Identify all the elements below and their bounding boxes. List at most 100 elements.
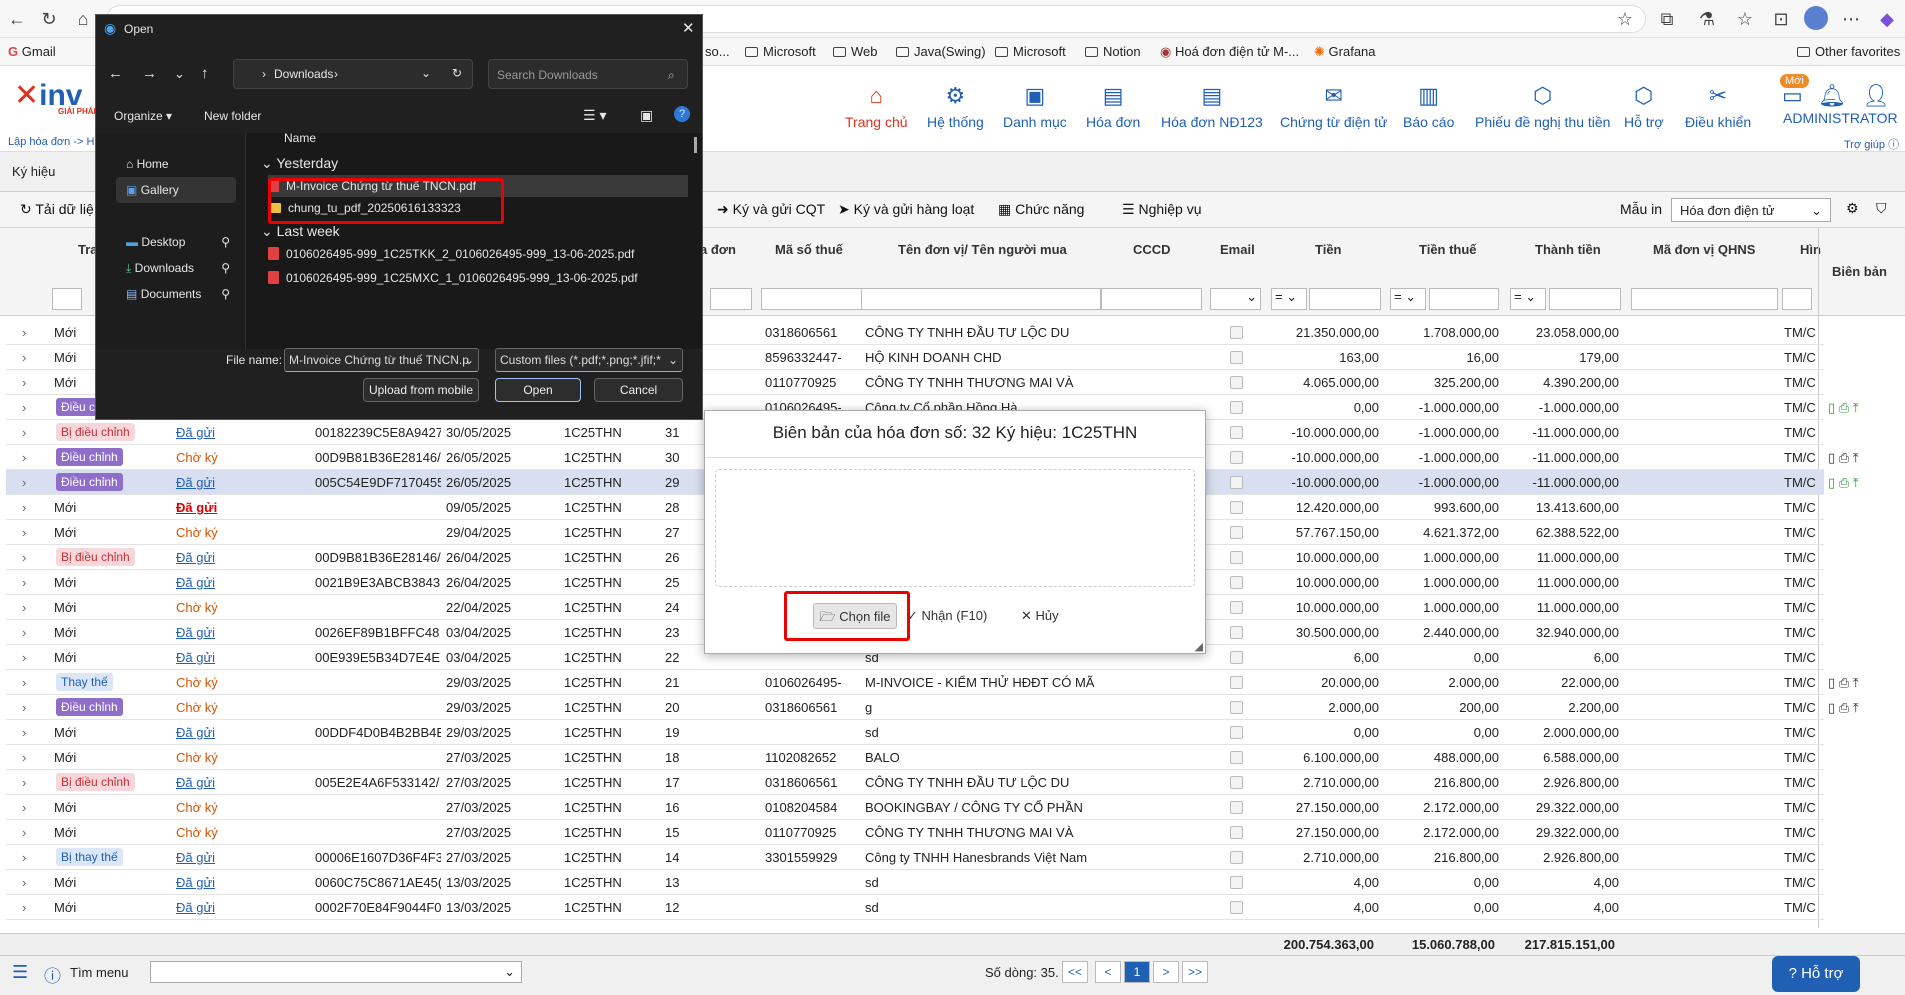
email-checkbox[interactable]	[1230, 801, 1243, 814]
avatar[interactable]	[1804, 6, 1828, 30]
email-checkbox[interactable]	[1230, 376, 1243, 389]
expand-icon[interactable]: ›	[22, 900, 26, 915]
nav-trangchu[interactable]: ⌂ Trang chủ	[845, 84, 908, 131]
filter-tt-op[interactable]: = ⌄	[1510, 288, 1546, 310]
email-checkbox[interactable]	[1230, 501, 1243, 514]
expand-icon[interactable]: ›	[22, 850, 26, 865]
email-checkbox[interactable]	[1230, 351, 1243, 364]
filter-tien[interactable]	[1309, 288, 1381, 310]
expand-icon[interactable]: ›	[22, 575, 26, 590]
expand-icon[interactable]: ›	[22, 625, 26, 640]
expand-icon[interactable]: ›	[22, 400, 26, 415]
filter-hoadon[interactable]	[710, 288, 752, 310]
expand-icon[interactable]: ›	[22, 700, 26, 715]
table-row[interactable]: › Mới Chờ ký 27/03/2025 1C25THN 16 0108204584 B…	[6, 795, 1824, 820]
refresh-icon[interactable]: ↻	[36, 6, 62, 32]
scrollbar[interactable]	[694, 137, 697, 153]
back-icon[interactable]: ←	[4, 6, 30, 32]
filter-email[interactable]: ⌄	[1210, 288, 1261, 310]
status-link[interactable]: Chờ ký	[176, 450, 218, 465]
status-link[interactable]: Chờ ký	[176, 825, 218, 840]
cancel-button[interactable]: Cancel	[594, 378, 683, 402]
filter-donvi[interactable]	[861, 288, 1101, 310]
status-link[interactable]: Chờ ký	[176, 700, 218, 715]
file-row[interactable]: 0106026495-999_1C25MXC_1_0106026495-999_…	[268, 267, 688, 289]
forward-icon[interactable]: →	[142, 65, 157, 82]
status-link[interactable]: Đã gửi	[176, 625, 215, 640]
favorites-icon[interactable]: ☆	[1732, 6, 1758, 32]
close-icon[interactable]: ✕	[682, 19, 695, 37]
table-row[interactable]: › Bị điều chỉnh Đã gửi 005E2E4A6F533142/27/…	[6, 770, 1824, 795]
ky-gui-cqt-button[interactable]: ➜ Ký và gửi CQT	[717, 201, 825, 218]
bienban-actions[interactable]: ▯ ⎙ ⤒	[1828, 450, 1859, 466]
expand-icon[interactable]: ›	[22, 775, 26, 790]
bienban-actions[interactable]: ▯ ⎙ ⤒	[1828, 675, 1859, 691]
organize-button[interactable]: Organize ▾	[114, 109, 172, 123]
col-name[interactable]: Name	[284, 131, 316, 145]
tab-kyhieu[interactable]: Ký hiệu	[12, 164, 55, 179]
file-type-select[interactable]: Custom files (*.pdf;*.png;*.jfif;* ⌄	[495, 348, 683, 372]
email-checkbox[interactable]	[1230, 626, 1243, 639]
gear-icon[interactable]: ⚙	[1846, 200, 1859, 217]
bienban-actions[interactable]: ▯ ⎙ ⤒	[1828, 400, 1859, 416]
copilot-icon[interactable]: ◆	[1874, 6, 1900, 32]
filter-qhns[interactable]	[1631, 288, 1778, 310]
col-tien[interactable]: Tiền	[1315, 242, 1342, 257]
nav-dieukhien[interactable]: ✂ Điều khiển	[1685, 84, 1751, 131]
status-link[interactable]: Chờ ký	[176, 675, 218, 690]
status-link[interactable]: Đã gửi	[176, 900, 215, 915]
bookmark-gmail[interactable]: G Gmail	[8, 44, 56, 59]
email-checkbox[interactable]	[1230, 451, 1243, 464]
tai-du-lieu-button[interactable]: ↻ Tải dữ liệ	[20, 201, 94, 218]
bookmark-so[interactable]: so...	[705, 44, 730, 59]
preview-pane-icon[interactable]: ▣	[640, 107, 653, 124]
email-checkbox[interactable]	[1230, 326, 1243, 339]
email-checkbox[interactable]	[1230, 526, 1243, 539]
home-icon[interactable]: ⌂	[70, 6, 96, 32]
email-checkbox[interactable]	[1230, 676, 1243, 689]
status-link[interactable]: Đã gửi	[176, 775, 215, 790]
nav-hoadon[interactable]: ▤ Hóa đơn	[1086, 84, 1140, 131]
back-icon[interactable]: ←	[108, 65, 123, 82]
expand-icon[interactable]: ›	[22, 800, 26, 815]
page-last-button[interactable]: >>	[1182, 961, 1208, 983]
page-first-button[interactable]: <<	[1062, 961, 1088, 983]
refresh-icon[interactable]: ↻	[452, 66, 462, 80]
email-checkbox[interactable]	[1230, 776, 1243, 789]
nav-hotro[interactable]: ⬡ Hỗ trợ	[1624, 84, 1664, 131]
up-icon[interactable]: ↑	[201, 65, 209, 82]
side-home[interactable]: ⌂ Home	[116, 151, 236, 177]
path-downloads[interactable]: Downloads	[274, 67, 333, 81]
screenshot-icon[interactable]: ⊡	[1768, 6, 1794, 32]
expand-icon[interactable]: ›	[22, 825, 26, 840]
mau-in-select[interactable]: Hóa đơn điện tử ⌄	[1671, 198, 1831, 222]
status-link[interactable]: Đã gửi	[176, 475, 215, 490]
dialog-search[interactable]: Search Downloads	[488, 59, 688, 89]
chevron-down-icon[interactable]: ⌄	[174, 66, 185, 82]
bookmark-hoadon[interactable]: ◉ Hoá đơn điện tử M-...	[1160, 44, 1299, 60]
star-icon[interactable]: ☆	[1612, 6, 1638, 32]
dialog-address-bar[interactable]: › Downloads › ⌄ ↻	[233, 59, 473, 89]
email-checkbox[interactable]	[1230, 876, 1243, 889]
expand-icon[interactable]: ›	[22, 525, 26, 540]
view-icon[interactable]: ☰ ▾	[583, 107, 606, 124]
file-name-input[interactable]: M-Invoice Chứng từ thuế TNCN.p ⌄	[284, 348, 479, 372]
extensions-icon[interactable]: ⧉	[1654, 6, 1680, 32]
bookmark-grafana[interactable]: ✺ Grafana	[1314, 44, 1376, 60]
table-row[interactable]: › Mới Chờ ký 27/03/2025 1C25THN 18 1102082652 B…	[6, 745, 1824, 770]
expand-icon[interactable]: ›	[22, 600, 26, 615]
filter-thue[interactable]	[1429, 288, 1499, 310]
email-checkbox[interactable]	[1230, 476, 1243, 489]
col-hoadon[interactable]: a đơn	[700, 242, 736, 257]
file-dropzone[interactable]	[715, 469, 1195, 587]
email-checkbox[interactable]	[1230, 551, 1243, 564]
status-link[interactable]: Chờ ký	[176, 800, 218, 815]
col-tienthue[interactable]: Tiền thuế	[1419, 242, 1477, 257]
filter-tt[interactable]	[1549, 288, 1621, 310]
page-current[interactable]: 1	[1124, 961, 1150, 983]
split-icon[interactable]: ⚗	[1694, 6, 1720, 32]
nav-hoadon-nd123[interactable]: ▤ Hóa đơn NĐ123	[1161, 84, 1263, 131]
chuc-nang-button[interactable]: ▦ Chức năng	[998, 201, 1084, 218]
expand-icon[interactable]: ›	[22, 500, 26, 515]
nhan-button[interactable]: ✓ Nhận (F10)	[907, 603, 987, 629]
